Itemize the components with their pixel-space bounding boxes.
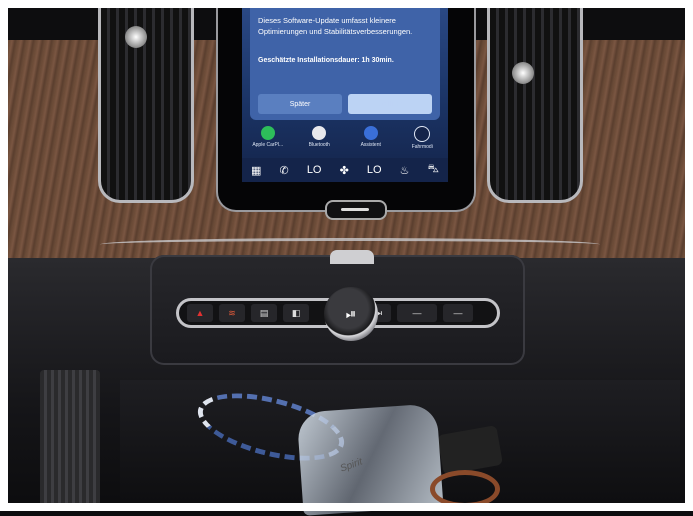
fan-icon[interactable]: ✤	[340, 164, 349, 177]
car-icon[interactable]: ⛍	[428, 163, 439, 177]
air-vent-left	[98, 0, 194, 203]
microphone-icon	[363, 126, 378, 140]
drive-mode-icon	[414, 126, 431, 142]
home-button[interactable]	[325, 200, 387, 220]
update-dialog: Bereit zur Installation Dieses Software-…	[250, 0, 440, 120]
install-button[interactable]: Installieren	[348, 94, 432, 114]
dialog-title: Bereit zur Installation	[309, 2, 381, 9]
carplay-icon	[260, 126, 275, 140]
volume-icon[interactable]: —	[397, 304, 437, 322]
rear-defrost-icon[interactable]: ▤	[251, 304, 277, 322]
air-vent-right	[487, 0, 583, 203]
hazard-icon[interactable]: ▲	[187, 304, 213, 322]
dialog-body: Dieses Software-Update umfasst kleinere …	[258, 16, 413, 36]
app-row: Apple CarPl... Bluetooth Assistent Fahrm…	[242, 126, 448, 158]
key-fob	[296, 403, 444, 516]
app-label: Apple CarPl...	[252, 142, 284, 148]
later-button[interactable]: Später	[258, 94, 342, 114]
car-interior-photo: Bereit zur Installation Dieses Software-…	[0, 0, 693, 516]
app-assistant[interactable]: Assistent	[349, 126, 393, 148]
grid-icon[interactable]: ▦	[251, 164, 261, 177]
app-label: Fahrmodi	[411, 144, 433, 150]
app-bluetooth[interactable]: Bluetooth	[297, 126, 341, 148]
extra-icon[interactable]: —	[443, 304, 473, 322]
defrost-icon[interactable]: ≋	[219, 304, 245, 322]
app-carplay[interactable]: Apple CarPl...	[246, 126, 290, 148]
bluetooth-icon	[312, 126, 327, 140]
app-drive-modes[interactable]: Fahrmodi	[400, 126, 444, 150]
vent-knob-left[interactable]	[125, 26, 147, 48]
infotainment-screen: Bereit zur Installation Dieses Software-…	[242, 0, 448, 182]
app-label: Assistent	[360, 142, 381, 148]
right-temperature[interactable]: LO	[367, 164, 382, 176]
climate-bar: ▦ ✆ LO ✤ LO ♨ ⛍	[242, 158, 448, 182]
pedal	[40, 370, 100, 511]
leather-strap	[430, 470, 500, 508]
chrome-accent	[330, 250, 374, 264]
seat-heat-icon[interactable]: ♨	[400, 164, 410, 177]
play-pause-knob[interactable]: ⏯	[324, 287, 378, 341]
left-temperature[interactable]: LO	[307, 164, 322, 176]
dialog-duration: Geschätzte Installationsdauer: 1h 30min.	[258, 57, 394, 64]
app-label: Bluetooth	[308, 142, 330, 148]
vent-knob-right[interactable]	[512, 62, 534, 84]
phone-icon[interactable]: ✆	[280, 164, 289, 177]
media-icon[interactable]: ◧	[283, 304, 309, 322]
dialog-buttons: Später Installieren	[258, 94, 432, 114]
